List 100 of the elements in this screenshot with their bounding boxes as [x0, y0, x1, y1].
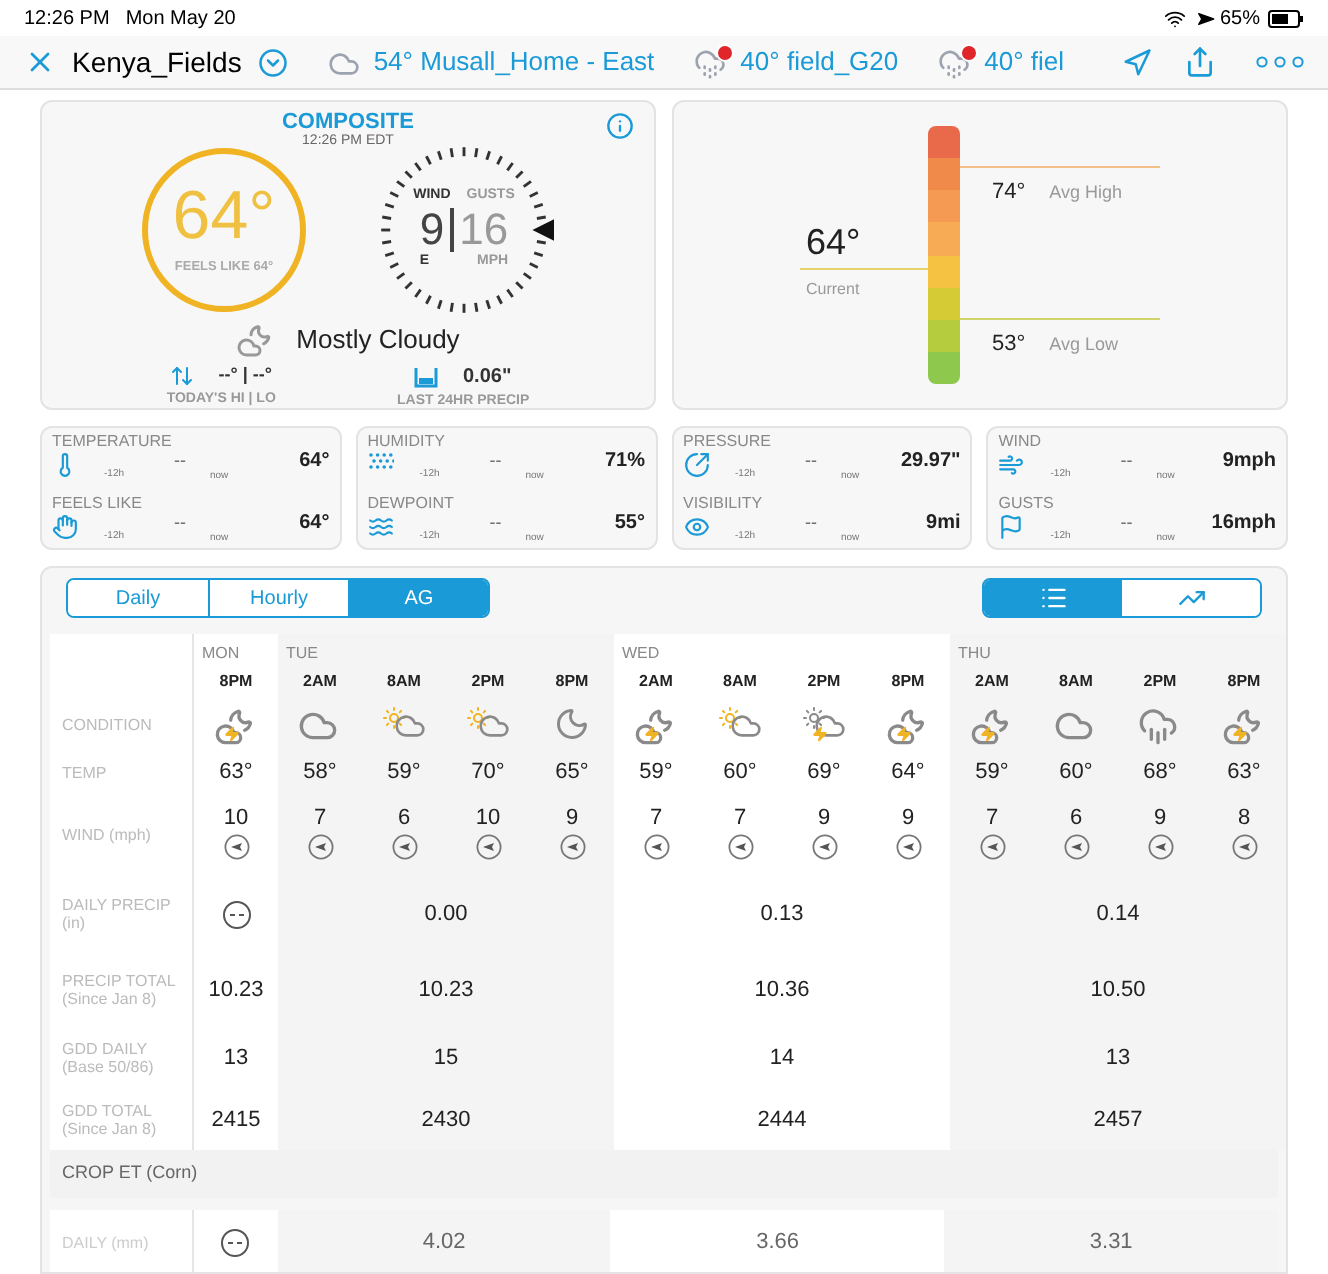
- previous-value: --: [805, 514, 819, 532]
- card-title: COMPOSITE: [281, 112, 414, 134]
- share-button[interactable]: [1184, 46, 1216, 78]
- metric-label: HUMIDITY: [367, 432, 447, 452]
- table-cell-text: 2430: [421, 1105, 471, 1136]
- table-cell-text: 63°: [219, 757, 253, 788]
- day-label: THU: [958, 642, 991, 666]
- humidity-icon: [367, 452, 394, 470]
- storm-icon: [214, 706, 258, 742]
- tab[interactable]: Daily: [68, 580, 208, 616]
- status-time: 12:26 PM: [24, 5, 110, 33]
- table-cell-text: 64°: [891, 757, 925, 788]
- table-cell: 10: [223, 808, 249, 830]
- wind-direction-icon: [895, 834, 921, 860]
- average-high: 74°: [992, 178, 1026, 208]
- metric-value: 29.97": [900, 452, 961, 472]
- table-cell-text: 2415: [211, 1105, 261, 1136]
- sun-storm-icon: [802, 706, 846, 742]
- metric-label: VISIBILITY: [683, 494, 765, 514]
- metric-value: 64°: [299, 452, 330, 472]
- storm-icon: [634, 706, 678, 742]
- table-cell-text: 3.66: [756, 1227, 800, 1258]
- table-cell-text: 10.36: [754, 975, 810, 1006]
- table-cell: 9: [901, 808, 915, 830]
- previous-value: --: [489, 514, 504, 532]
- table-cell-text: 65°: [555, 757, 589, 788]
- table-cell-text: 59°: [975, 757, 1009, 788]
- table-cell: 6: [1069, 808, 1083, 830]
- sun-cloud-icon: [718, 706, 762, 742]
- row-label: WIND (mph): [62, 825, 151, 843]
- metric-value: 55°: [614, 514, 645, 534]
- metric-label: FEELS LIKE: [52, 494, 144, 514]
- table-cell: 7: [649, 808, 663, 830]
- battery-icon: [1268, 9, 1304, 27]
- wind-direction-icon: [811, 834, 837, 860]
- hour-label: 8AM: [387, 670, 421, 694]
- list-icon: [1039, 584, 1067, 612]
- table-cell-text: 59°: [639, 757, 673, 788]
- wind-direction-icon: [559, 834, 585, 860]
- list-view-button[interactable]: [984, 580, 1122, 616]
- metric-value: 16mph: [1211, 514, 1276, 534]
- hour-label: 8PM: [555, 670, 589, 694]
- location-tab[interactable]: 54° Musall_Home - East: [327, 42, 655, 82]
- metric-value: 9mph: [1222, 452, 1276, 472]
- day-label: MON: [202, 642, 240, 666]
- tab[interactable]: Hourly: [208, 580, 348, 616]
- table-cell-text: 10.23: [418, 975, 474, 1006]
- more-button[interactable]: [1256, 56, 1304, 68]
- previous-value: --: [805, 452, 819, 470]
- table-cell-text: 13: [223, 1043, 249, 1074]
- location-tab[interactable]: 40° fiel: [938, 42, 1065, 82]
- location-tab[interactable]: 40° field_G20: [694, 42, 899, 82]
- average-high-label: Avg High: [1049, 180, 1122, 206]
- hi-lo-icon: [170, 364, 195, 388]
- hand-icon: [52, 514, 78, 540]
- table-cell-text: 68°: [1143, 757, 1177, 788]
- previous-value: --: [174, 452, 188, 470]
- table-cell-text: 63°: [1227, 757, 1261, 788]
- storm-icon: [1222, 706, 1266, 742]
- metric-label: WIND: [998, 432, 1044, 452]
- table-cell-text: 2457: [1093, 1105, 1143, 1136]
- precip-value: 0.06": [462, 364, 512, 393]
- pressure-icon: [683, 452, 709, 478]
- day-label: TUE: [286, 642, 318, 666]
- hour-label: 2AM: [303, 670, 337, 694]
- table-cell-text: 15: [433, 1043, 459, 1074]
- tab[interactable]: AG: [348, 580, 488, 616]
- no-data-icon: [220, 1227, 251, 1257]
- metric-label: PRESSURE: [683, 432, 774, 452]
- table-cell-text: 0.00: [424, 899, 468, 930]
- gust-speed: 16: [457, 207, 509, 252]
- precip-gauge-icon: [414, 366, 439, 389]
- navigation-button[interactable]: [1122, 47, 1152, 77]
- info-icon[interactable]: [606, 112, 634, 140]
- table-cell: 9: [565, 808, 579, 830]
- table-cell: 7: [985, 808, 999, 830]
- day-label: WED: [622, 642, 660, 666]
- table-cell: 9: [1153, 808, 1167, 830]
- table-cell-text: 13: [1105, 1043, 1131, 1074]
- eye-icon: [683, 514, 709, 540]
- hour-label: 2PM: [1143, 670, 1177, 694]
- leader-line: [800, 268, 928, 270]
- flag-icon: [998, 514, 1025, 540]
- hi-lo-value: --° | --°: [218, 362, 272, 389]
- metric-label: GUSTS: [998, 494, 1056, 514]
- wind-direction-icon: [979, 834, 1005, 860]
- hour-label: 8PM: [891, 670, 925, 694]
- previous-value: --: [489, 452, 504, 470]
- previous-value: --: [1120, 452, 1135, 470]
- table-cell-text: 4.02: [422, 1227, 466, 1258]
- table-cell-text: 60°: [1059, 757, 1093, 788]
- battery-level: 65%: [1219, 5, 1260, 33]
- chart-view-button[interactable]: [1122, 580, 1260, 616]
- hour-label: 8PM: [219, 670, 253, 694]
- dropdown-button[interactable]: [257, 47, 288, 77]
- hour-label: 2AM: [975, 670, 1009, 694]
- table-cell: 7: [313, 808, 327, 830]
- table-cell-text: 70°: [471, 757, 505, 788]
- row-label: GDD TOTAL (Since Jan 8): [62, 1102, 159, 1138]
- table-cell-text: 10.50: [1090, 975, 1146, 1006]
